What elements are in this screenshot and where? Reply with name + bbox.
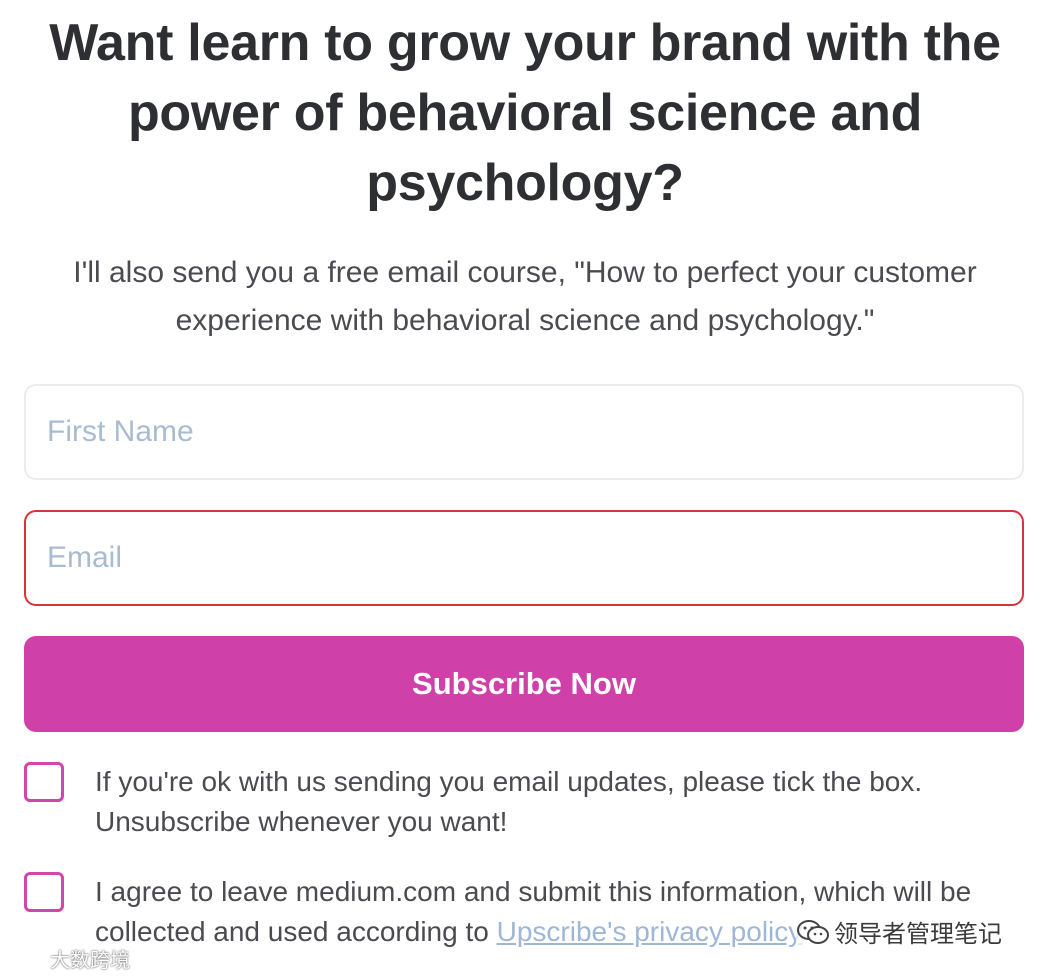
watermark-right-text: 领导者管理笔记 bbox=[834, 920, 1002, 948]
watermark-logo-icon bbox=[6, 948, 46, 975]
privacy-policy-link[interactable]: Upscribe's privacy policy bbox=[497, 916, 803, 947]
signup-page: Want learn to grow your brand with the p… bbox=[0, 0, 1050, 980]
email-input[interactable] bbox=[24, 510, 1024, 606]
subscribe-button[interactable]: Subscribe Now bbox=[24, 636, 1024, 732]
headline: Want learn to grow your brand with the p… bbox=[49, 14, 1001, 212]
email-updates-consent-text: If you're ok with us sending you email u… bbox=[95, 766, 923, 837]
wechat-icon bbox=[796, 918, 830, 952]
email-updates-checkbox[interactable] bbox=[24, 762, 64, 802]
watermark-right: 领导者管理笔记 bbox=[796, 914, 1002, 952]
watermark-left: 大数跨境 bbox=[6, 944, 130, 975]
first-name-input[interactable] bbox=[24, 384, 1024, 480]
watermark-left-text: 大数跨境 bbox=[50, 948, 130, 972]
privacy-consent-checkbox[interactable] bbox=[24, 872, 64, 912]
subtitle: I'll also send you a free email course, … bbox=[73, 256, 977, 337]
